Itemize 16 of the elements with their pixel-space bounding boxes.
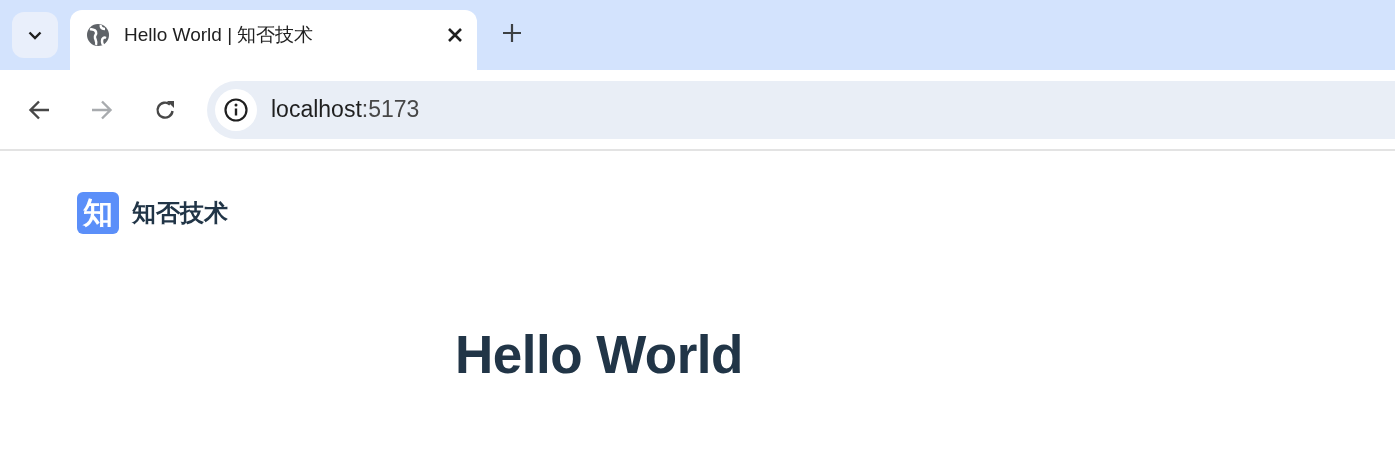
arrow-left-icon [28,99,50,120]
site-info-button[interactable] [215,88,257,131]
chevron-down-icon [28,30,42,40]
reload-icon [154,98,176,121]
browser-tab[interactable]: Hello World | 知否技术 [70,10,477,70]
address-bar[interactable]: localhost:5173 [207,80,1395,139]
tab-title: Hello World | 知否技术 [124,23,315,47]
plus-icon [502,23,522,43]
globe-icon [86,23,110,47]
info-icon [224,97,248,122]
arrow-right-icon [91,99,113,120]
page-heading: Hello World [455,326,743,385]
site-logo: 知 [77,192,119,234]
site-name: 知否技术 [132,198,228,229]
url-text: localhost:5173 [271,96,420,123]
close-icon[interactable] [447,27,463,43]
